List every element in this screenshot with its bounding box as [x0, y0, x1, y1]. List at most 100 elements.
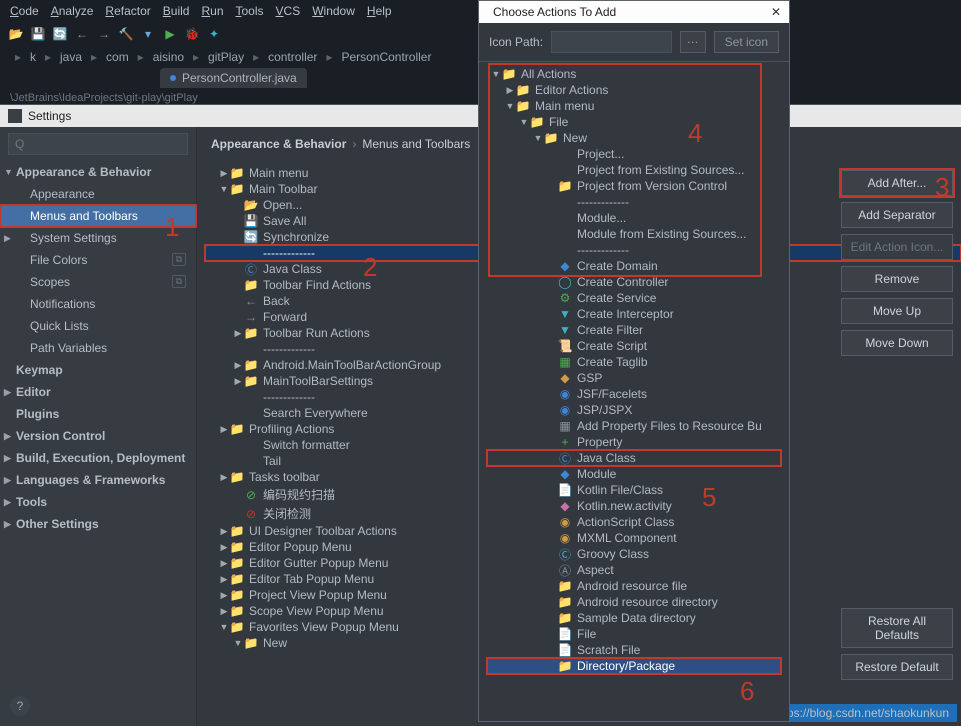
nav-item[interactable]: Plugins — [0, 403, 196, 425]
nav-search-input[interactable] — [8, 133, 188, 155]
action-tree-row[interactable]: ------------- — [487, 194, 781, 210]
run-select[interactable]: ▾ — [140, 26, 156, 42]
menu-code[interactable]: Code — [10, 4, 39, 18]
action-tree-row[interactable]: ▶📁Editor Actions — [487, 82, 781, 98]
action-tree-row[interactable]: ⒶAspect — [487, 562, 781, 578]
sync-icon[interactable]: 🔄 — [52, 26, 68, 42]
nav-item[interactable]: ▼Appearance & Behavior — [0, 161, 196, 183]
action-tree-row[interactable]: +Property — [487, 434, 781, 450]
tree-icon: 📁 — [229, 588, 245, 602]
action-tree-row[interactable]: ▼📁New — [487, 130, 781, 146]
action-label: File — [549, 115, 568, 129]
action-tree-row[interactable]: 📄Scratch File — [487, 642, 781, 658]
crumb[interactable]: ▸java — [40, 50, 82, 64]
action-tree-row[interactable]: ◆GSP — [487, 370, 781, 386]
menu-vcs[interactable]: VCS — [276, 4, 301, 18]
nav-item[interactable]: ▶Editor — [0, 381, 196, 403]
action-tree-row[interactable]: 📄Kotlin File/Class — [487, 482, 781, 498]
icon-path-input[interactable] — [551, 31, 672, 53]
action-tree-row[interactable]: Module... — [487, 210, 781, 226]
action-tree-row[interactable]: ◆Module — [487, 466, 781, 482]
nav-item[interactable]: Appearance — [0, 183, 196, 205]
nav-item[interactable]: Scopes⧉ — [0, 271, 196, 293]
menu-analyze[interactable]: Analyze — [51, 4, 94, 18]
more-icon[interactable]: ✦ — [206, 26, 222, 42]
action-button[interactable]: Add After... — [841, 170, 953, 196]
back-icon[interactable]: ← — [74, 26, 90, 42]
action-tree-row[interactable]: ▦Create Taglib — [487, 354, 781, 370]
action-tree-row[interactable]: ------------- — [487, 242, 781, 258]
action-tree-row[interactable]: 📁Android resource directory — [487, 594, 781, 610]
save-icon[interactable]: 💾 — [30, 26, 46, 42]
action-tree-row[interactable]: Module from Existing Sources... — [487, 226, 781, 242]
action-tree-row[interactable]: 📁Android resource file — [487, 578, 781, 594]
nav-item[interactable]: ▶Tools — [0, 491, 196, 513]
action-tree-row[interactable]: ⚙Create Service — [487, 290, 781, 306]
nav-item[interactable]: ▶Languages & Frameworks — [0, 469, 196, 491]
crumb[interactable]: ▸com — [86, 50, 129, 64]
menu-run[interactable]: Run — [201, 4, 223, 18]
action-tree-row[interactable]: ◆Kotlin.new.activity — [487, 498, 781, 514]
set-icon-button[interactable]: Set icon — [714, 31, 779, 53]
action-tree-row[interactable]: ◆Create Domain — [487, 258, 781, 274]
restore-button[interactable]: Restore All Defaults — [841, 608, 953, 648]
action-tree-row[interactable]: ▼📁File — [487, 114, 781, 130]
close-icon[interactable]: ✕ — [771, 5, 781, 19]
action-tree-row[interactable]: Project from Existing Sources... — [487, 162, 781, 178]
help-button[interactable]: ? — [10, 696, 30, 716]
action-tree-row[interactable]: 📄File — [487, 626, 781, 642]
action-button[interactable]: Remove — [841, 266, 953, 292]
action-tree-row[interactable]: ▦Add Property Files to Resource Bu — [487, 418, 781, 434]
build-icon[interactable]: 🔨 — [118, 26, 134, 42]
tree-icon: 📁 — [557, 579, 573, 593]
action-tree-row[interactable]: ⒸGroovy Class — [487, 546, 781, 562]
action-tree-row[interactable]: ◉JSP/JSPX — [487, 402, 781, 418]
action-button[interactable]: Move Down — [841, 330, 953, 356]
nav-item[interactable]: File Colors⧉ — [0, 249, 196, 271]
action-tree-row[interactable]: ⒸJava Class — [487, 450, 781, 466]
actions-tree[interactable]: ▼📁All Actions▶📁Editor Actions▼📁Main menu… — [479, 62, 789, 721]
nav-item[interactable]: Menus and Toolbars — [0, 205, 196, 227]
action-tree-row[interactable]: Project... — [487, 146, 781, 162]
crumb[interactable]: ▸controller — [248, 50, 317, 64]
debug-icon[interactable]: 🐞 — [184, 26, 200, 42]
nav-item[interactable]: ▶Other Settings — [0, 513, 196, 535]
browse-button[interactable]: … — [680, 31, 706, 53]
action-tree-row[interactable]: ◯Create Controller — [487, 274, 781, 290]
restore-button[interactable]: Restore Default — [841, 654, 953, 680]
action-tree-row[interactable]: ▼Create Filter — [487, 322, 781, 338]
action-tree-row[interactable]: 📁Sample Data directory — [487, 610, 781, 626]
action-tree-row[interactable]: ◉MXML Component — [487, 530, 781, 546]
nav-item[interactable]: ▶Build, Execution, Deployment — [0, 447, 196, 469]
action-tree-row[interactable]: ◉JSF/Facelets — [487, 386, 781, 402]
action-tree-row[interactable]: ◉ActionScript Class — [487, 514, 781, 530]
action-tree-row[interactable]: 📁Directory/Package — [487, 658, 781, 674]
forward-icon[interactable]: → — [96, 26, 112, 42]
crumb[interactable]: ▸gitPlay — [188, 50, 244, 64]
nav-item[interactable]: Quick Lists — [0, 315, 196, 337]
menu-tools[interactable]: Tools — [236, 4, 264, 18]
action-tree-row[interactable]: 📁Project from Version Control — [487, 178, 781, 194]
action-tree-row[interactable]: 📜Create Script — [487, 338, 781, 354]
crumb[interactable]: ▸k — [10, 50, 36, 64]
open-icon[interactable]: 📂 — [8, 26, 24, 42]
action-button[interactable]: Move Up — [841, 298, 953, 324]
tree-label: Search Everywhere — [263, 406, 368, 420]
nav-item[interactable]: ▶System Settings — [0, 227, 196, 249]
editor-tab[interactable]: PersonController.java — [160, 68, 307, 88]
nav-item[interactable]: Keymap — [0, 359, 196, 381]
menu-window[interactable]: Window — [312, 4, 355, 18]
crumb[interactable]: ▸aisino — [133, 50, 184, 64]
nav-item[interactable]: ▶Version Control — [0, 425, 196, 447]
crumb[interactable]: ▸PersonController — [321, 50, 431, 64]
nav-item[interactable]: Path Variables — [0, 337, 196, 359]
action-button[interactable]: Add Separator — [841, 202, 953, 228]
action-tree-row[interactable]: ▼📁All Actions — [487, 66, 781, 82]
menu-build[interactable]: Build — [163, 4, 190, 18]
nav-item[interactable]: Notifications — [0, 293, 196, 315]
menu-refactor[interactable]: Refactor — [105, 4, 150, 18]
run-icon[interactable]: ▶ — [162, 26, 178, 42]
action-tree-row[interactable]: ▼Create Interceptor — [487, 306, 781, 322]
menu-help[interactable]: Help — [367, 4, 392, 18]
action-tree-row[interactable]: ▼📁Main menu — [487, 98, 781, 114]
